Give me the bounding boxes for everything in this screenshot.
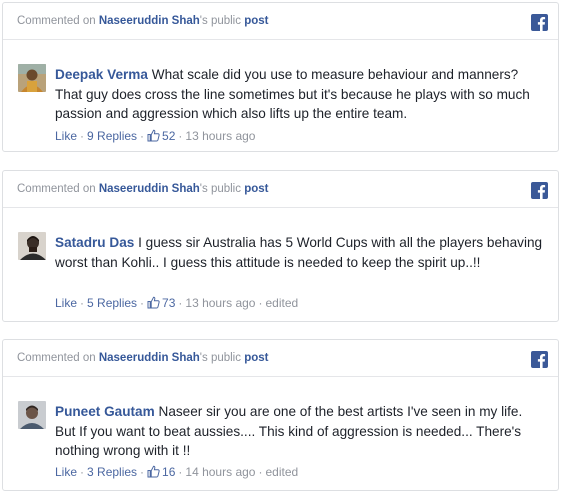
- comment-time[interactable]: 14 hours ago: [185, 465, 255, 479]
- like-link[interactable]: Like: [55, 465, 77, 479]
- page-name-link[interactable]: Naseeruddin Shah: [99, 352, 200, 364]
- replies-link[interactable]: 5 Replies: [87, 296, 137, 310]
- comment-text: Satadru Das I guess sir Australia has 5 …: [55, 233, 546, 272]
- header-prefix: Commented on: [17, 183, 96, 195]
- replies-link[interactable]: 3 Replies: [87, 465, 137, 479]
- comment-card: Commented on Naseeruddin Shah's public p…: [2, 170, 559, 322]
- header-middle: 's public: [199, 183, 241, 195]
- likes-count[interactable]: 73: [162, 296, 175, 310]
- edited-label[interactable]: edited: [265, 296, 298, 310]
- replies-link[interactable]: 9 Replies: [87, 129, 137, 143]
- avatar[interactable]: [18, 64, 46, 92]
- thumbs-up-icon: [147, 465, 160, 481]
- author-link[interactable]: Deepak Verma: [55, 67, 148, 82]
- post-link[interactable]: post: [244, 15, 268, 27]
- header-prefix: Commented on: [17, 15, 96, 27]
- comment-card: Commented on Naseeruddin Shah's public p…: [2, 339, 559, 491]
- avatar[interactable]: [18, 401, 46, 429]
- author-link[interactable]: Satadru Das: [55, 235, 134, 250]
- comment-meta: Like · 9 Replies · 52 · 13 hours ago: [55, 129, 256, 145]
- comment-text: Deepak Verma What scale did you use to m…: [55, 65, 546, 124]
- facebook-icon[interactable]: [531, 351, 548, 368]
- avatar[interactable]: [18, 232, 46, 260]
- likes-count[interactable]: 16: [162, 465, 175, 479]
- thumbs-up-icon: [147, 129, 160, 145]
- comment-meta: Like · 3 Replies · 16 · 14 hours ago · edited: [55, 465, 299, 481]
- like-link[interactable]: Like: [55, 296, 77, 310]
- comment-time[interactable]: 13 hours ago: [185, 129, 255, 143]
- edited-label[interactable]: edited: [265, 465, 298, 479]
- header-middle: 's public: [199, 352, 241, 364]
- page-name-link[interactable]: Naseeruddin Shah: [99, 183, 200, 195]
- header-middle: 's public: [199, 15, 241, 27]
- card-header: Commented on Naseeruddin Shah's public p…: [3, 3, 558, 40]
- author-link[interactable]: Puneet Gautam: [55, 404, 155, 419]
- comment-meta: Like · 5 Replies · 73 · 13 hours ago · edited: [55, 296, 299, 312]
- comment-time[interactable]: 13 hours ago: [185, 296, 255, 310]
- card-header: Commented on Naseeruddin Shah's public p…: [3, 171, 558, 208]
- header-prefix: Commented on: [17, 352, 96, 364]
- likes-count[interactable]: 52: [162, 129, 175, 143]
- facebook-icon[interactable]: [531, 14, 548, 31]
- card-header: Commented on Naseeruddin Shah's public p…: [3, 340, 558, 377]
- post-link[interactable]: post: [244, 352, 268, 364]
- thumbs-up-icon: [147, 296, 160, 312]
- like-link[interactable]: Like: [55, 129, 77, 143]
- comment-card: Commented on Naseeruddin Shah's public p…: [2, 2, 559, 152]
- page-name-link[interactable]: Naseeruddin Shah: [99, 15, 200, 27]
- facebook-icon[interactable]: [531, 182, 548, 199]
- comment-text: Puneet Gautam Naseer sir you are one of …: [55, 402, 546, 461]
- post-link[interactable]: post: [244, 183, 268, 195]
